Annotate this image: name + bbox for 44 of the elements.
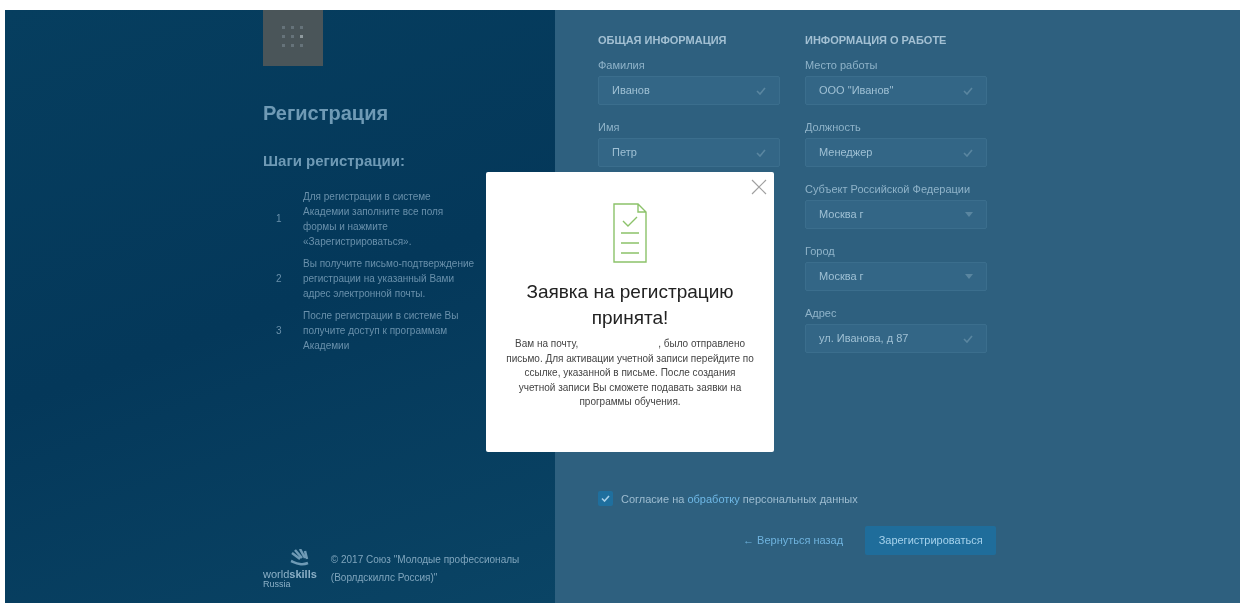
register-button[interactable]: Зарегистрироваться — [865, 526, 997, 555]
field-label: Субъект Российской Федерации — [805, 182, 972, 196]
document-check-icon — [613, 203, 647, 263]
consent-text: Согласие на обработку персональных данных — [621, 491, 858, 507]
logo-icon — [263, 10, 323, 66]
field-label: Город — [805, 244, 836, 258]
step-number: 2 — [275, 271, 283, 286]
input-field[interactable]: ООО "Иванов" — [805, 76, 987, 105]
section-heading: ИНФОРМАЦИЯ О РАБОТЕ — [805, 33, 948, 46]
input-field[interactable]: Петр — [598, 138, 780, 167]
caret-icon — [965, 274, 973, 279]
caret-icon — [965, 212, 973, 217]
check-icon — [601, 495, 610, 503]
check-icon — [963, 86, 973, 95]
input-field[interactable]: Менеджер — [805, 138, 987, 167]
check-icon — [756, 148, 766, 157]
check-icon — [963, 334, 973, 343]
back-link[interactable]: ← Вернуться назад — [743, 532, 844, 549]
dialog-title: Заявка на регистрацию принята! — [525, 280, 735, 330]
field-label: Адрес — [805, 306, 838, 320]
step-number: 1 — [275, 212, 283, 226]
check-icon — [756, 86, 766, 95]
field-label: Место работы — [805, 58, 879, 72]
page-title: Регистрация — [263, 101, 390, 126]
section-heading: ОБЩАЯ ИНФОРМАЦИЯ — [598, 33, 728, 46]
step-text: Вы получите письмо-подтверждение регистрации на указанный Вами адрес электронной почты. — [303, 256, 476, 301]
close-icon[interactable] — [751, 179, 767, 195]
dialog-message: Вам на почту, , было отправлено письмо. Для активации учетной записи перейдите по ссылке, указанной в письме. После создания учетной записи Вы сможете подавать заявки на программы обучения. — [505, 337, 755, 409]
field-label: Фамилия — [598, 58, 646, 72]
copyright-text: © 2017 Союз "Молодые профессионалы (Ворлдскиллс Россия)" — [330, 553, 521, 585]
steps-title: Шаги регистрации: — [263, 151, 406, 171]
select-field[interactable]: Москва г — [805, 262, 987, 291]
consent-checkbox[interactable] — [598, 491, 613, 507]
consent-link[interactable]: обработку — [687, 492, 740, 505]
field-label: Имя — [598, 120, 621, 134]
step-text: Для регистрации в системе Академии заполните все поля формы и нажмите «Зарегистрироваться». — [303, 189, 445, 249]
check-icon — [963, 148, 973, 157]
input-field[interactable]: Иванов — [598, 76, 780, 105]
field-label: Должность — [805, 120, 862, 134]
step-text: После регистрации в системе Вы получите доступ к программам Академии — [303, 308, 460, 353]
step-number: 3 — [275, 323, 283, 338]
input-field[interactable]: ул. Иванова, д 87 — [805, 324, 987, 353]
select-field[interactable]: Москва г — [805, 200, 987, 229]
worldskills-logo: worldskills Russia — [263, 549, 317, 589]
